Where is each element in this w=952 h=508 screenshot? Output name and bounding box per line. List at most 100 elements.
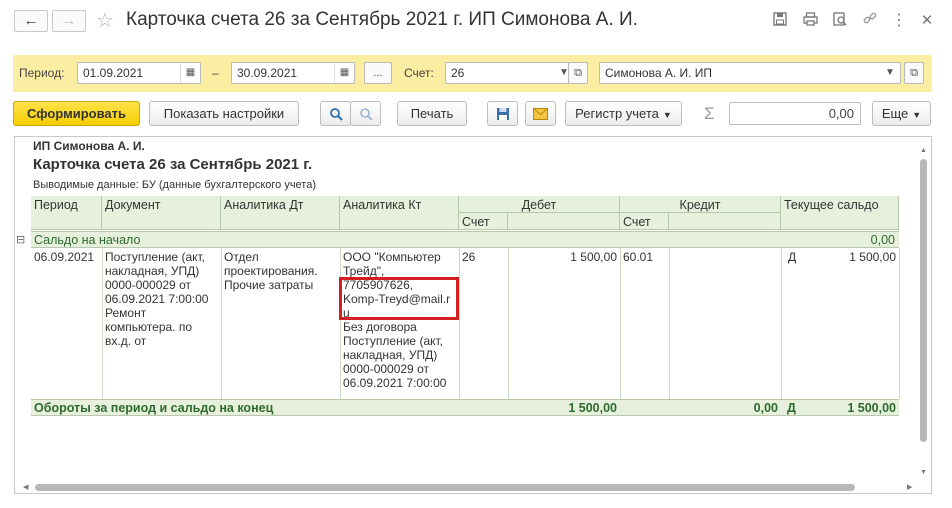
window-title: Карточка счета 26 за Сентябрь 2021 г. ИП… (126, 9, 638, 30)
account-value: 26 (451, 66, 465, 80)
row-balance-amount: 1 500,00 (849, 250, 896, 264)
back-button[interactable]: ← (14, 10, 48, 32)
grid-line (459, 248, 460, 399)
analytics-kt-line: ООО "Компьютер (343, 250, 441, 264)
vertical-scroll-thumb[interactable] (920, 159, 927, 442)
document-line: вх.д. от (105, 334, 147, 348)
send-email-button[interactable] (525, 101, 556, 126)
analytics-kt-line: Трейд", (343, 264, 385, 278)
more-label: Еще (881, 106, 909, 121)
collapse-toggle-icon[interactable]: ⊟ (16, 233, 25, 246)
scroll-left-icon[interactable]: ◀ (23, 483, 28, 491)
totals-balance: 1 500,00 (847, 401, 896, 415)
forward-button[interactable]: → (52, 10, 86, 32)
account-label: Счет: (404, 66, 434, 80)
highlight-frame (339, 277, 459, 320)
preview-icon[interactable] (831, 12, 849, 30)
open-account-button[interactable]: ⧉ (568, 62, 588, 84)
analytics-kt-line: 06.09.2021 7:00:00 (343, 376, 447, 390)
account-field[interactable]: 26 ▼ (445, 62, 575, 84)
report-data-shown: Выводимые данные: БУ (данные бухгалтерск… (33, 179, 316, 191)
organization-value: Симонова А. И. ИП (605, 66, 713, 80)
search-cancel-button[interactable] (350, 101, 381, 126)
search-clear-icon (359, 108, 373, 121)
opening-balance-label: Сальдо на начало (34, 233, 141, 247)
scroll-down-icon[interactable]: ▼ (920, 469, 927, 476)
floppy-icon (496, 108, 509, 120)
open-window-icon: ⧉ (910, 67, 918, 79)
scroll-right-icon[interactable]: ▶ (907, 483, 912, 491)
search-button[interactable] (320, 101, 351, 126)
organization-field[interactable]: Симонова А. И. ИП ▼ (599, 62, 901, 84)
report-spreadsheet[interactable]: ИП Симонова А. И. Карточка счета 26 за С… (14, 136, 932, 494)
row-debit-amount: 1 500,00 (570, 250, 617, 264)
grid-line (669, 248, 670, 399)
col-header-analytics-dt: Аналитика Дт (221, 196, 340, 230)
analytics-kt-line: Без договора (343, 320, 417, 334)
analytics-dt-line: проектирования. (224, 264, 318, 278)
horizontal-scrollbar[interactable]: ◀ ▶ (23, 482, 919, 492)
totals-side: Д (787, 401, 796, 415)
col-header-balance: Текущее сальдо (781, 196, 899, 230)
more-icon[interactable]: ⋮ (890, 12, 908, 30)
show-settings-button[interactable]: Показать настройки (149, 101, 299, 126)
col-header-credit: Кредит (620, 196, 781, 213)
register-label: Регистр учета (575, 106, 659, 121)
report-organization: ИП Симонова А. И. (33, 139, 145, 153)
row-document[interactable]: Поступление (акт, накладная, УПД) 0000-0… (102, 248, 211, 350)
save-icon[interactable] (771, 12, 789, 30)
date-to-field[interactable]: 30.09.2021 ▦ (231, 62, 355, 84)
arrow-right-icon: → (61, 12, 77, 29)
print-button[interactable]: Печать (397, 101, 467, 126)
date-from-field[interactable]: 01.09.2021 ▦ (77, 62, 201, 84)
chevron-down-icon[interactable]: ▼ (880, 63, 900, 83)
favorite-star-icon[interactable]: ☆ (96, 8, 114, 33)
col-header-analytics-kt: Аналитика Кт (340, 196, 459, 230)
document-line: накладная, УПД) (105, 264, 200, 278)
col-header-debit: Дебет (459, 196, 620, 213)
open-organization-button[interactable]: ⧉ (904, 62, 924, 84)
col-header-period: Период (31, 196, 102, 230)
save-report-button[interactable] (487, 101, 518, 126)
print-icon[interactable] (801, 12, 819, 30)
grid-line (899, 248, 900, 399)
grid-line (620, 248, 621, 399)
grid-line (781, 248, 782, 399)
horizontal-scroll-thumb[interactable] (35, 484, 855, 491)
chevron-down-icon: ▼ (912, 110, 922, 120)
analytics-kt-line: Поступление (акт, (343, 334, 443, 348)
generate-report-button[interactable]: Сформировать (13, 101, 140, 126)
col-header-debit-account: Счет (459, 213, 508, 230)
row-analytics-dt[interactable]: Отдел проектирования. Прочие затраты (221, 248, 321, 294)
totals-label: Обороты за период и сальдо на конец (34, 401, 274, 415)
calendar-icon[interactable]: ▦ (180, 63, 200, 83)
selection-sum-field: 0,00 (729, 102, 861, 125)
calendar-icon[interactable]: ▦ (334, 63, 354, 83)
register-dropdown-button[interactable]: Регистр учета ▼ (565, 101, 682, 126)
more-menu-button[interactable]: Еще ▼ (872, 101, 931, 126)
document-line: Ремонт (105, 306, 147, 320)
row-date: 06.09.2021 (34, 250, 95, 264)
chevron-down-icon: ▼ (662, 110, 672, 120)
document-line: компьютера. по (105, 320, 193, 334)
arrow-left-icon: ← (23, 12, 39, 29)
row-analytics-kt[interactable]: ООО "Компьютер Трейд", 7705907626, Komp-… (340, 248, 453, 392)
envelope-icon (533, 108, 548, 120)
row-balance-side: Д (788, 250, 797, 264)
title-bar: ← → ☆ Карточка счета 26 за Сентябрь 2021… (0, 0, 952, 42)
col-header-credit-amount (669, 213, 781, 230)
scroll-up-icon[interactable]: ▲ (920, 147, 927, 154)
close-icon[interactable]: ✕ (918, 12, 936, 30)
period-dash: – (212, 66, 219, 80)
analytics-dt-line: Отдел (224, 250, 259, 264)
totals-debit: 1 500,00 (568, 401, 617, 415)
period-select-button[interactable]: ... (364, 62, 392, 84)
row-debit-account: 26 (462, 250, 476, 264)
totals-credit: 0,00 (753, 401, 778, 415)
document-line: Поступление (акт, (105, 250, 205, 264)
vertical-scrollbar[interactable]: ▲ ▼ (919, 145, 929, 481)
link-icon[interactable] (861, 12, 879, 30)
row-credit-account: 60.01 (623, 250, 654, 264)
filter-panel: Период: 01.09.2021 ▦ – 30.09.2021 ▦ ... … (13, 55, 932, 92)
document-line: 0000-000029 от (105, 278, 191, 292)
